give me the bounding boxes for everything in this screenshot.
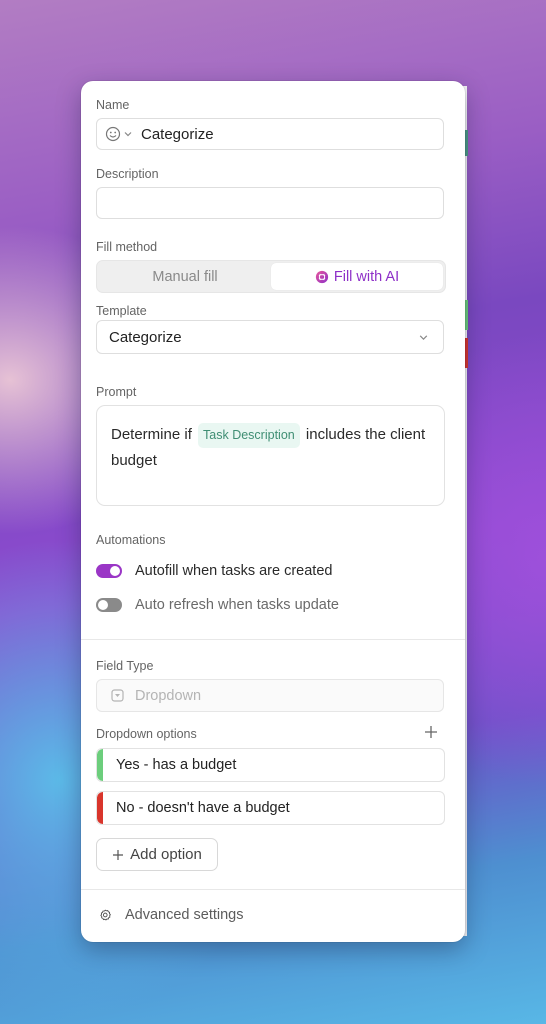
dropdown-option-row[interactable]: No - doesn't have a budget	[96, 791, 445, 825]
prompt-text-before: Determine if	[111, 426, 192, 443]
toggle-knob	[98, 600, 108, 610]
description-label: Description	[96, 167, 159, 181]
automation-refresh-row: Auto refresh when tasks update	[96, 597, 339, 613]
template-value: Categorize	[109, 328, 182, 346]
gear-icon	[100, 909, 111, 921]
auto-refresh-label: Auto refresh when tasks update	[135, 597, 339, 613]
section-divider	[81, 639, 465, 640]
autofill-toggle[interactable]	[96, 564, 122, 578]
template-select[interactable]: Categorize	[96, 320, 444, 354]
background-accent	[465, 338, 468, 368]
section-divider	[81, 889, 465, 890]
option-label: No - doesn't have a budget	[116, 800, 290, 816]
dropdown-option-row[interactable]: Yes - has a budget	[96, 748, 445, 782]
name-label: Name	[96, 98, 130, 112]
toggle-knob	[110, 566, 120, 576]
prompt-input[interactable]: Determine if Task Description includes t…	[96, 405, 445, 506]
add-option-plus-icon[interactable]	[424, 725, 438, 739]
advanced-settings-label: Advanced settings	[125, 907, 244, 923]
description-input[interactable]	[96, 187, 444, 219]
field-type-value: Dropdown	[135, 687, 202, 704]
chevron-down-icon	[419, 334, 428, 340]
background-accent	[465, 130, 468, 156]
automation-autofill-row: Autofill when tasks are created	[96, 563, 332, 579]
fill-method-label: Fill method	[96, 240, 158, 254]
automations-label: Automations	[96, 533, 166, 547]
option-color-bar[interactable]	[97, 749, 103, 781]
ai-brain-icon	[315, 270, 328, 283]
autofill-label: Autofill when tasks are created	[135, 563, 333, 579]
field-type-select: Dropdown	[96, 679, 444, 712]
dropdown-icon	[111, 689, 124, 702]
auto-refresh-toggle[interactable]	[96, 598, 122, 612]
option-color-bar[interactable]	[97, 792, 103, 824]
manual-fill-option[interactable]: Manual fill	[99, 263, 271, 290]
prompt-field-chip[interactable]: Task Description	[198, 423, 300, 448]
emoji-smiley-icon[interactable]	[105, 126, 121, 142]
dropdown-options-label: Dropdown options	[96, 727, 197, 741]
prompt-label: Prompt	[96, 385, 137, 399]
fill-method-segmented-control: Manual fill Fill with AI	[96, 260, 446, 293]
add-option-button[interactable]: Add option	[96, 838, 218, 871]
fill-with-ai-label: Fill with AI	[333, 268, 400, 285]
field-type-label: Field Type	[96, 659, 154, 673]
advanced-settings-button[interactable]: Advanced settings	[98, 907, 244, 923]
manual-fill-label: Manual fill	[152, 268, 218, 285]
add-option-label: Add option	[130, 846, 202, 863]
fill-with-ai-option[interactable]: Fill with AI	[271, 263, 443, 290]
plus-icon	[113, 849, 124, 860]
background-accent	[465, 300, 468, 330]
option-label: Yes - has a budget	[116, 757, 237, 773]
chevron-down-icon[interactable]	[123, 129, 133, 139]
template-label: Template	[96, 304, 147, 318]
name-value: Categorize	[141, 125, 214, 143]
custom-field-panel: Name Categorize Description Fill method …	[81, 81, 465, 942]
name-field[interactable]: Categorize	[96, 118, 444, 150]
